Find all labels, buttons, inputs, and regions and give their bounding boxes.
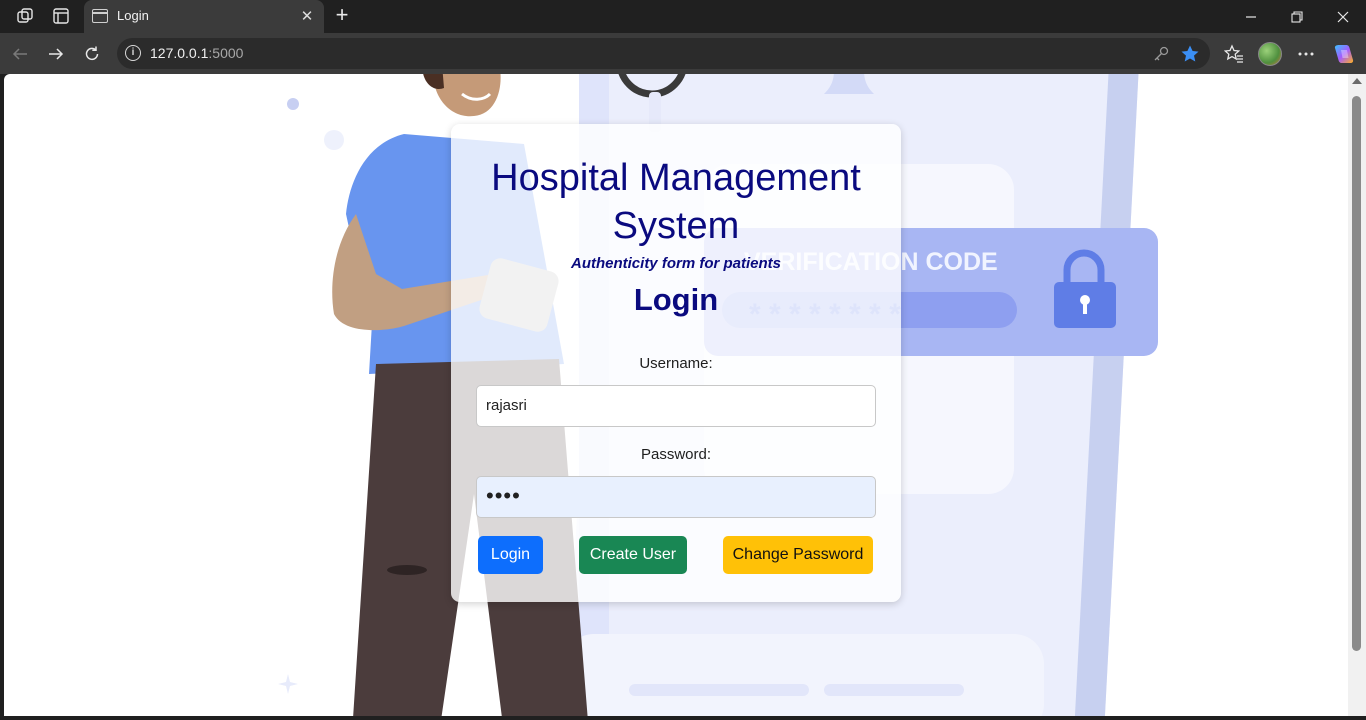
restore-icon[interactable] [1274, 0, 1320, 33]
more-options-icon[interactable] [1294, 42, 1318, 66]
login-card: Hospital Management System Authenticity … [451, 124, 901, 602]
minimize-icon[interactable] [1228, 0, 1274, 33]
change-password-button[interactable]: Change Password [723, 536, 873, 574]
browser-toolbar: i 127.0.0.1:5000 [0, 33, 1366, 74]
favorite-star-icon[interactable] [1180, 44, 1200, 64]
back-icon[interactable] [6, 40, 34, 68]
tab-title: Login [117, 8, 149, 23]
address-url[interactable]: 127.0.0.1:5000 [150, 45, 243, 61]
vertical-tabs-icon[interactable] [48, 4, 74, 28]
password-field[interactable]: •••• [476, 476, 876, 518]
copilot-icon[interactable] [1332, 42, 1356, 66]
page-subtitle: Authenticity form for patients [570, 255, 781, 272]
page-viewport: VERIFICATION CODE * * * * * * * * Hospit… [4, 74, 1348, 716]
scroll-up-arrow-icon[interactable] [1352, 78, 1362, 84]
profile-avatar[interactable] [1258, 42, 1282, 66]
workspaces-icon[interactable] [12, 4, 38, 28]
close-window-icon[interactable] [1320, 0, 1366, 33]
favorites-icon[interactable] [1222, 42, 1246, 66]
scroll-thumb[interactable] [1352, 96, 1361, 651]
create-user-button[interactable]: Create User [579, 536, 687, 574]
login-heading: Login [633, 282, 719, 317]
site-info-icon[interactable]: i [125, 45, 141, 61]
username-field[interactable]: rajasri [476, 385, 876, 427]
password-label: Password: [640, 446, 712, 463]
page-favicon-icon [92, 9, 108, 23]
tab-login[interactable]: Login ✕ [84, 0, 324, 33]
close-tab-icon[interactable]: ✕ [296, 5, 318, 27]
page-title: Hospital Management System [491, 157, 861, 247]
password-key-icon[interactable] [1152, 45, 1170, 63]
page-scrollbar[interactable] [1348, 74, 1366, 716]
refresh-icon[interactable] [78, 40, 106, 68]
new-tab-icon[interactable]: + [330, 4, 354, 28]
forward-icon[interactable] [42, 40, 70, 68]
login-button[interactable]: Login [478, 536, 543, 574]
tab-bar: Login ✕ + [0, 0, 1366, 33]
username-label: Username: [639, 355, 713, 372]
address-bar[interactable]: i 127.0.0.1:5000 [117, 38, 1210, 69]
